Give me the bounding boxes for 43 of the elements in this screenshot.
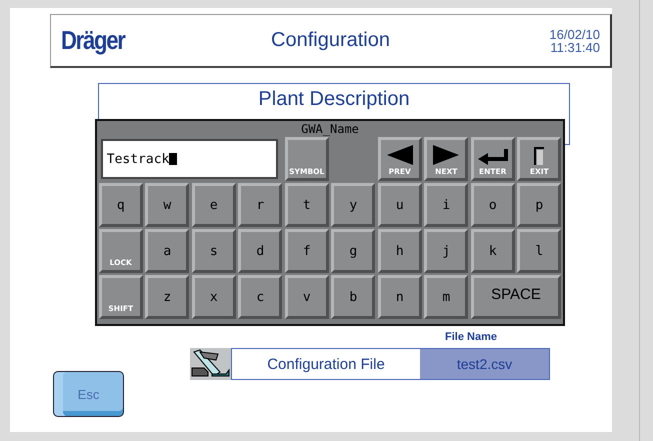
key[interactable]: e: [192, 183, 236, 227]
cursor-icon: [169, 153, 178, 165]
section-title: Plant Description: [258, 88, 410, 112]
key[interactable]: n: [378, 275, 422, 319]
date: 16/02/10: [549, 28, 600, 40]
key[interactable]: h: [378, 229, 422, 273]
logo: Dräger: [61, 25, 126, 56]
key[interactable]: z: [145, 275, 190, 319]
return-arrow-icon: [478, 149, 508, 165]
time: 11:31:40: [550, 40, 600, 54]
key[interactable]: g: [331, 229, 376, 273]
key[interactable]: d: [238, 229, 282, 273]
key[interactable]: f: [284, 229, 329, 273]
door-icon: [534, 147, 544, 165]
key[interactable]: y: [331, 183, 376, 227]
key[interactable]: t: [284, 183, 329, 227]
right-triangle-icon: [433, 145, 460, 165]
key[interactable]: o: [470, 183, 515, 227]
keyboard-title: GWA_Name: [301, 121, 359, 137]
key[interactable]: i: [424, 183, 468, 227]
screen-title: Configuration: [270, 29, 391, 52]
key[interactable]: s: [192, 229, 236, 273]
key[interactable]: j: [424, 229, 468, 273]
input-field[interactable]: Testrack: [100, 139, 278, 179]
key[interactable]: x: [192, 275, 236, 319]
key[interactable]: SPACE: [470, 275, 562, 319]
key[interactable]: p: [517, 183, 562, 227]
file-name-heading: File Name: [445, 331, 497, 343]
left-triangle-icon: [386, 145, 413, 165]
key[interactable]: c: [238, 275, 282, 319]
key[interactable]: q: [98, 183, 143, 227]
key[interactable]: l: [517, 229, 562, 273]
key[interactable]: w: [145, 183, 190, 227]
file-label: Configuration File: [266, 354, 386, 374]
key[interactable]: r: [238, 183, 282, 227]
tool-icon: [190, 348, 231, 380]
key[interactable]: m: [424, 275, 468, 319]
file-name-value[interactable]: test2.csv: [420, 349, 549, 379]
key[interactable]: v: [284, 275, 329, 319]
key[interactable]: u: [378, 183, 422, 227]
key[interactable]: a: [145, 229, 190, 273]
key[interactable]: k: [470, 229, 515, 273]
key[interactable]: b: [331, 275, 376, 319]
